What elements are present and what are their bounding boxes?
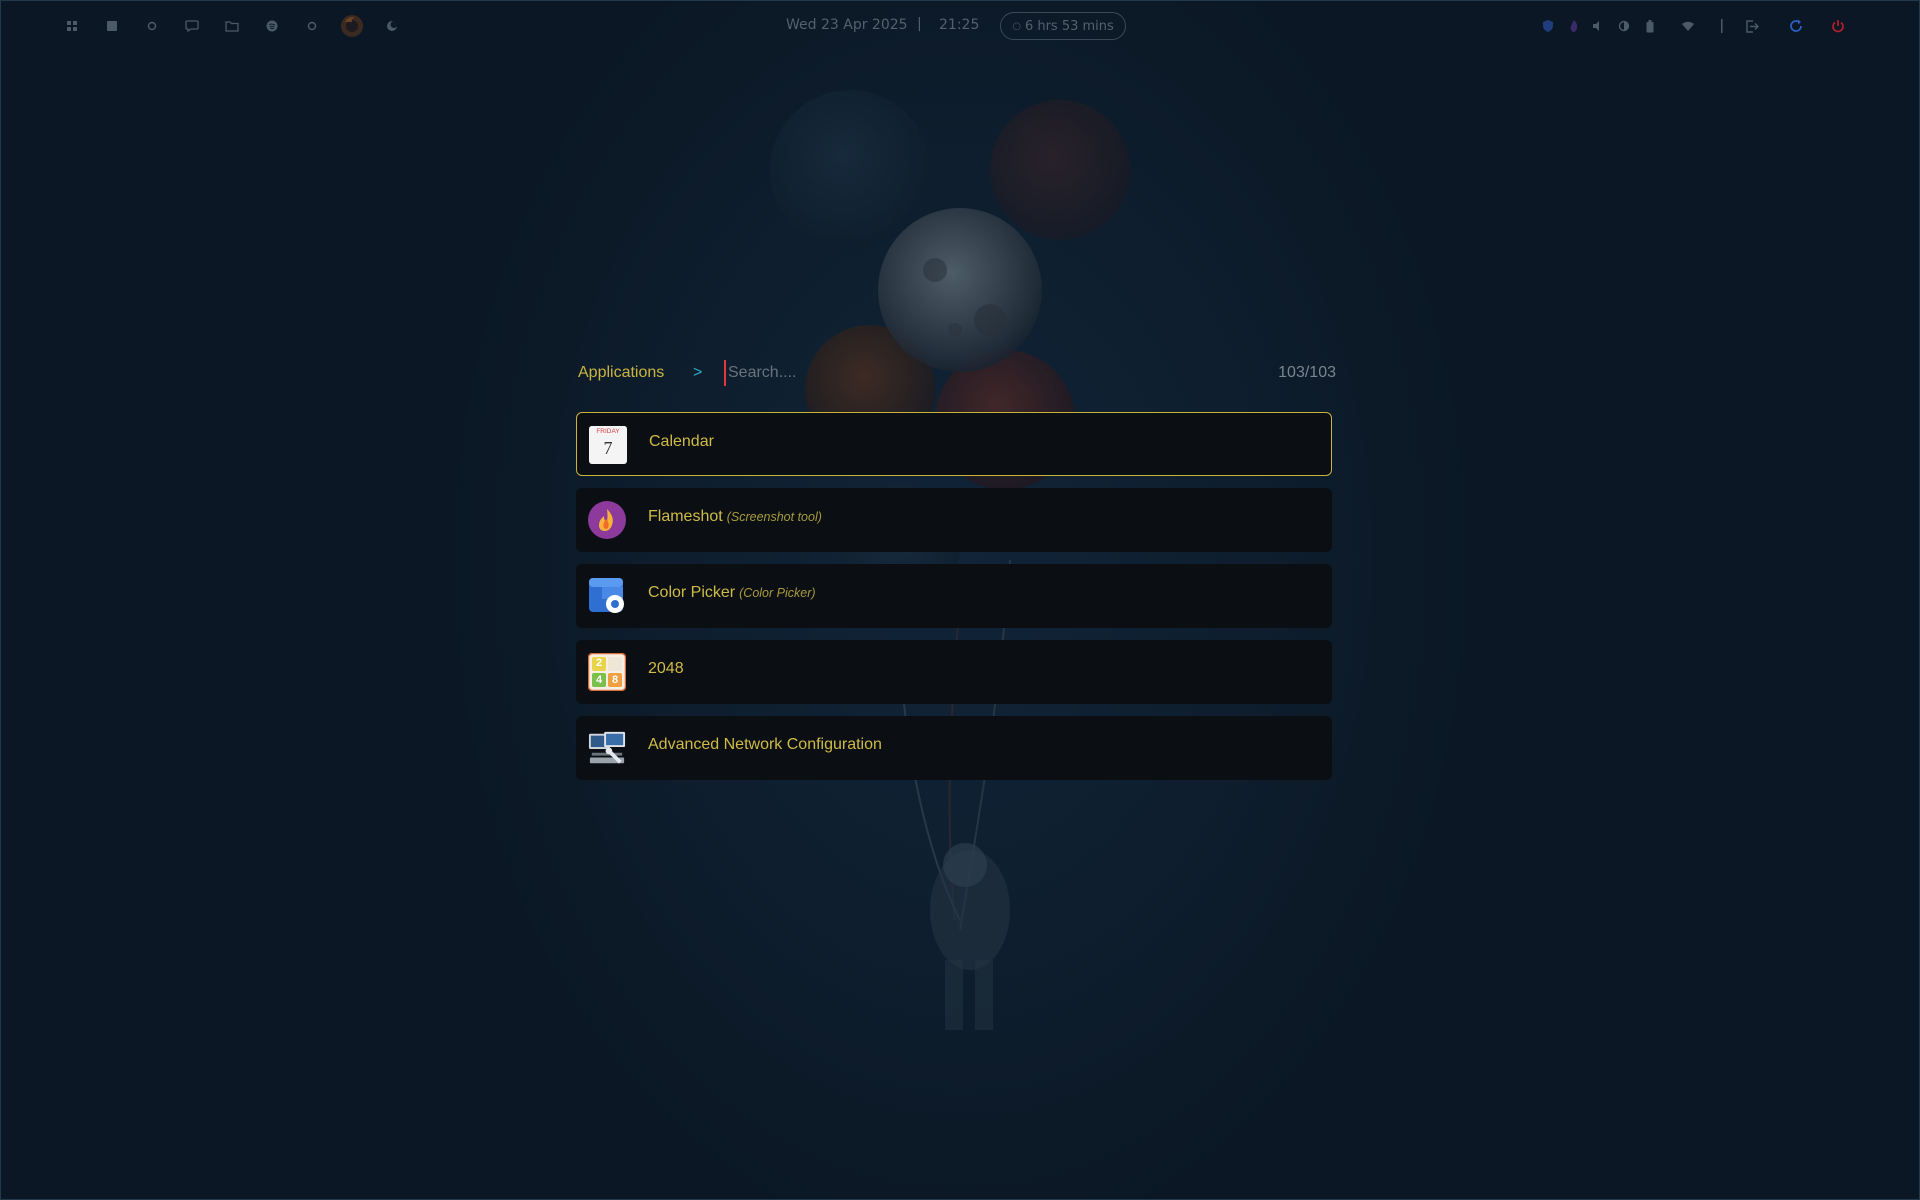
list-item-flameshot[interactable]: Flameshot (Screenshot tool): [576, 488, 1332, 552]
prompt-chevron: >: [693, 364, 703, 381]
volume-icon[interactable]: [1586, 14, 1610, 38]
flameshot-icon: [588, 501, 626, 539]
tile-4: 4: [595, 674, 603, 686]
color-picker-icon: [588, 577, 626, 615]
list-item-label: Flameshot (Screenshot tool): [648, 508, 822, 525]
list-item-subtitle: (Screenshot tool): [726, 510, 822, 524]
logout-icon[interactable]: [1740, 14, 1764, 38]
time-label: 21:25: [939, 17, 980, 33]
wifi-icon[interactable]: [1676, 14, 1700, 38]
list-item-label: Color Picker (Color Picker): [648, 584, 816, 601]
top-bar: Wed 23 Apr 2025 | 21:25 ○ 6 hrs 53 mins: [0, 0, 1920, 52]
battery-remaining-label: 6 hrs 53 mins: [1024, 18, 1114, 34]
calendar-icon: FRIDAY 7: [589, 426, 627, 464]
flame-icon[interactable]: [1562, 14, 1586, 38]
tile-2: 2: [595, 657, 603, 669]
tile-8: 8: [611, 674, 619, 686]
search-input[interactable]: [724, 360, 1128, 386]
list-item-label: Advanced Network Configuration: [648, 736, 882, 753]
mode-label[interactable]: Applications: [578, 364, 664, 382]
refresh-icon[interactable]: [1784, 14, 1808, 38]
battery-dot-icon: ○: [1012, 20, 1021, 32]
calendar-icon-day: FRIDAY: [596, 428, 620, 435]
list-item-label: 2048: [648, 660, 684, 677]
list-item-color-picker[interactable]: Color Picker (Color Picker): [576, 564, 1332, 628]
list-item-subtitle: (Color Picker): [739, 586, 816, 600]
result-count: 103/103: [1278, 364, 1336, 381]
list-item-calendar[interactable]: FRIDAY 7 Calendar: [576, 412, 1332, 476]
shield-icon[interactable]: [1536, 14, 1560, 38]
calendar-icon-date: 7: [603, 438, 613, 458]
list-item-label: Calendar: [649, 433, 714, 450]
brightness-icon[interactable]: [1612, 14, 1636, 38]
battery-time-pill[interactable]: ○ 6 hrs 53 mins: [1000, 12, 1126, 40]
battery-icon[interactable]: [1638, 14, 1662, 38]
launcher-search-row: Applications > 103/103: [576, 356, 1336, 392]
power-icon[interactable]: [1826, 14, 1850, 38]
clock-separator: |: [917, 16, 922, 32]
game-2048-icon: 2 4 8: [588, 653, 626, 691]
date-label: Wed 23 Apr 2025: [786, 17, 908, 33]
network-config-icon: [588, 729, 626, 767]
list-item-advanced-network-configuration[interactable]: Advanced Network Configuration: [576, 716, 1332, 780]
tray-divider: [1710, 14, 1734, 38]
list-item-2048[interactable]: 2 4 8 2048: [576, 640, 1332, 704]
